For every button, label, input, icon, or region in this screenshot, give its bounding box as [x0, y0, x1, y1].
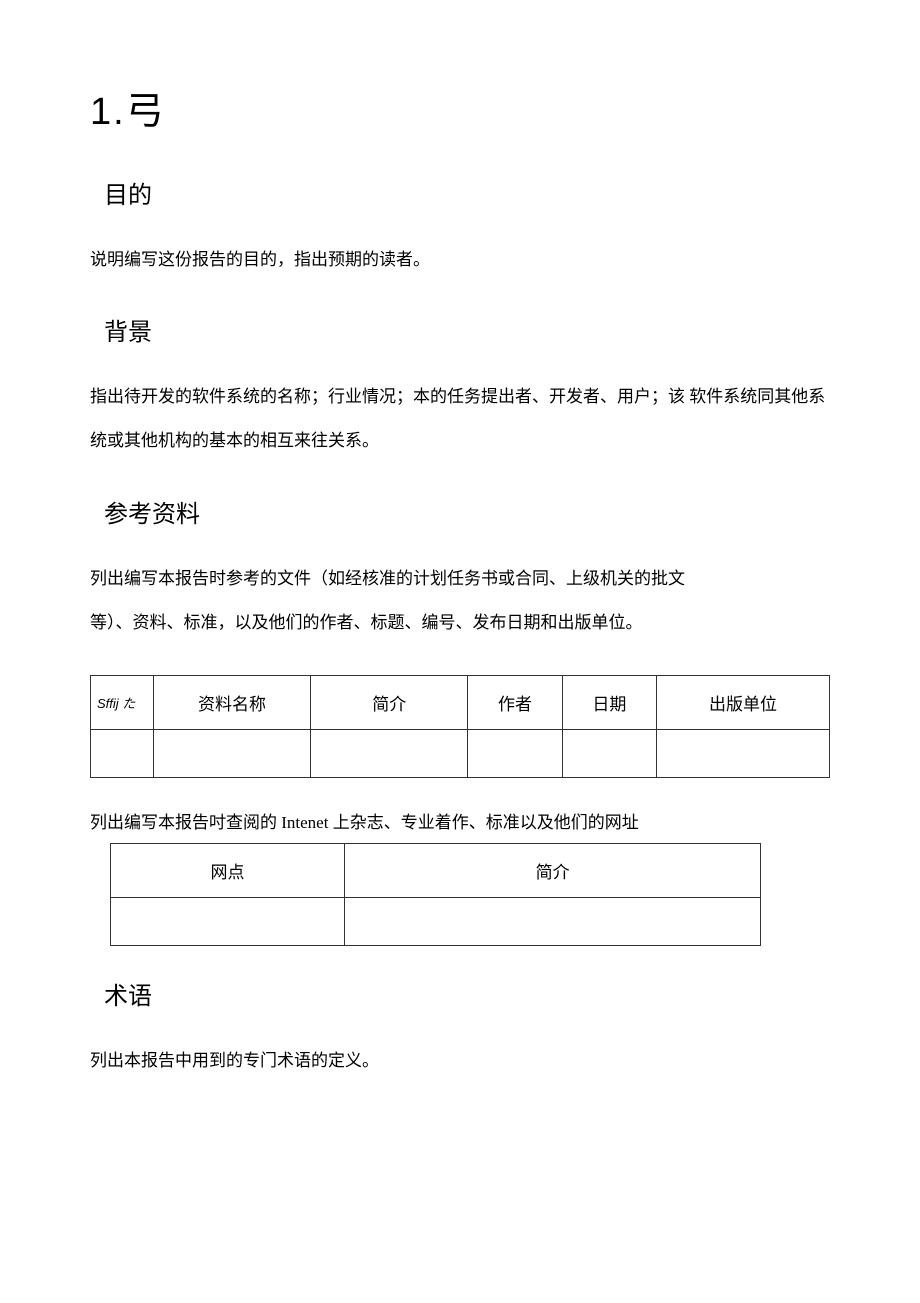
table-cell-empty — [311, 729, 468, 777]
table-header-author: 作者 — [468, 675, 562, 729]
table-cell-empty — [153, 729, 310, 777]
subsection-purpose-title: 目的 — [90, 175, 830, 210]
subsection-background-title: 背景 — [90, 312, 830, 347]
table-header-date: 日期 — [562, 675, 656, 729]
table-cell-empty — [345, 897, 761, 945]
table-header-intro: 简介 — [311, 675, 468, 729]
table-cell-empty — [468, 729, 562, 777]
heading-main-text: 1.弓 — [90, 91, 166, 133]
table-header-name: 资料名称 — [153, 675, 310, 729]
table-row: 网点 简介 — [111, 843, 761, 897]
references-table-2: 网点 简介 — [110, 843, 761, 946]
references-text3: 列出编写本报告吋查阅的 Intenet 上杂志、专业着作、标准以及他们的网址 — [90, 808, 830, 839]
table-header-publisher: 出版单位 — [657, 675, 830, 729]
table-header-site: 网点 — [111, 843, 345, 897]
references-text1: 列出编写本报告时参考的文件（如经核准的计划任务书或合同、上级机关的批文 — [90, 569, 685, 588]
table-header-sffij: Sffij た — [91, 675, 154, 729]
table-cell-empty — [562, 729, 656, 777]
subsection-background-text: 指出待开发的软件系统的名称；行业情况；本的任务提出者、开发者、用户；该 软件系统… — [90, 375, 830, 463]
table-cell-empty — [111, 897, 345, 945]
section-heading-1: 1.弓 — [90, 80, 830, 135]
references-text2: 等）、资料、标准，以及他们的作者、标题、编号、发布日期和出版单位。 — [90, 613, 643, 632]
references-table-1: Sffij た 资料名称 简介 作者 日期 出版单位 — [90, 675, 830, 778]
table-row — [111, 897, 761, 945]
table-cell-empty — [91, 729, 154, 777]
table-row: Sffij た 资料名称 简介 作者 日期 出版单位 — [91, 675, 830, 729]
table-row — [91, 729, 830, 777]
table-cell-empty — [657, 729, 830, 777]
subsection-terms-text: 列出本报告中用到的专门术语的定义。 — [90, 1039, 830, 1083]
subsection-references-text: 列出编写本报告时参考的文件（如经核准的计划任务书或合同、上级机关的批文 等）、资… — [90, 557, 830, 645]
subsection-terms-title: 术语 — [90, 976, 830, 1011]
subsection-references-title: 参考资料 — [90, 494, 830, 529]
subsection-purpose-text: 说明编写这份报告的目的，指出预期的读者。 — [90, 238, 830, 282]
table-header-intro: 简介 — [345, 843, 761, 897]
